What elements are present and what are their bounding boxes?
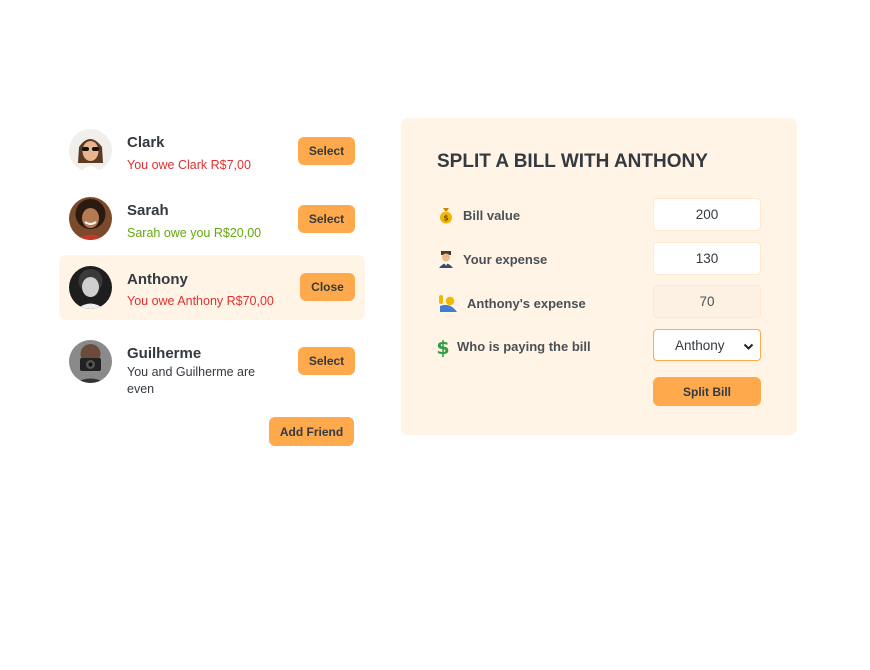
avatar [69, 197, 112, 240]
payer-selected-value: Anthony [675, 338, 725, 353]
friend-name: Anthony [127, 271, 188, 288]
form-title: SPLIT A BILL WITH ANTHONY [437, 151, 708, 172]
friend-name: Sarah [127, 202, 169, 219]
split-bill-button[interactable]: Split Bill [653, 377, 761, 406]
payer-select[interactable]: Anthony [653, 329, 761, 361]
friend-name: Guilherme [127, 345, 202, 362]
bill-value-label: $ Bill value [437, 206, 520, 224]
bill-value-input[interactable]: 200 [653, 198, 761, 231]
select-friend-button[interactable]: Select [298, 347, 355, 375]
friend-expense-input: 70 [653, 285, 761, 318]
person-icon [437, 250, 455, 268]
money-bag-icon: $ [437, 206, 455, 224]
avatar [69, 340, 112, 383]
your-expense-label: Your expense [437, 250, 547, 268]
select-friend-button[interactable]: Select [298, 205, 355, 233]
friend-item-sarah: Sarah Sarah owe you R$20,00 Select [59, 188, 365, 252]
add-friend-button[interactable]: Add Friend [269, 417, 354, 446]
select-friend-button[interactable]: Select [298, 137, 355, 165]
raising-hand-icon [437, 294, 459, 312]
friend-item-guilherme: Guilherme You and Guilherme are even Sel… [59, 331, 365, 401]
friend-name: Clark [127, 134, 165, 151]
friend-balance-status: You owe Anthony R$70,00 [127, 294, 274, 308]
friend-balance-status: You owe Clark R$7,00 [127, 158, 251, 172]
close-friend-button[interactable]: Close [300, 273, 355, 301]
friend-item-anthony: Anthony You owe Anthony R$70,00 Close [59, 255, 365, 320]
chevron-down-icon [743, 340, 754, 355]
avatar [69, 266, 112, 309]
your-expense-input[interactable]: 130 [653, 242, 761, 275]
payer-label: $ Who is paying the bill [436, 337, 591, 359]
svg-text:$: $ [437, 337, 449, 357]
friend-item-clark: Clark You owe Clark R$7,00 Select [59, 120, 365, 184]
svg-text:$: $ [443, 214, 449, 223]
friend-balance-status: You and Guilherme are even [127, 365, 256, 396]
dollar-icon: $ [436, 337, 449, 359]
friend-expense-label: Anthony's expense [437, 294, 586, 312]
friend-balance-status: Sarah owe you R$20,00 [127, 226, 262, 240]
avatar [69, 129, 112, 172]
split-bill-form: SPLIT A BILL WITH ANTHONY $ Bill value 2… [401, 118, 797, 435]
